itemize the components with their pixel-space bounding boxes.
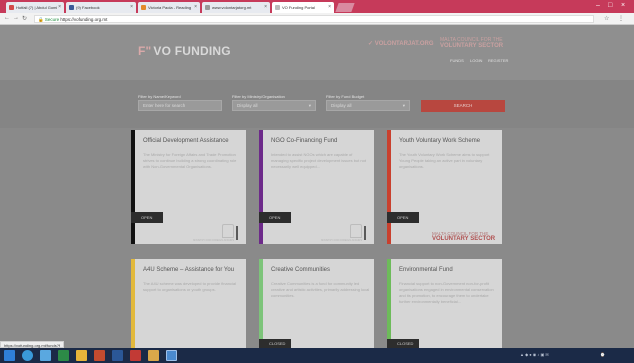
lock-icon: 🔒: [38, 17, 44, 22]
closed-button[interactable]: CLOSED: [387, 339, 419, 348]
fund-card[interactable]: Creative Communities Creative Communitie…: [259, 259, 374, 348]
menu-icon[interactable]: ⋮: [618, 15, 624, 22]
nav-funds-link[interactable]: FUNDS: [450, 58, 464, 63]
mcvs-logo[interactable]: MALTA COUNCIL FOR THE VOLUNTARY SECTOR: [440, 37, 503, 49]
site-logo[interactable]: F" VO FUNDING: [138, 44, 231, 58]
close-tab-icon[interactable]: ×: [264, 4, 267, 10]
chevron-down-icon: ▾: [402, 103, 405, 108]
mcvs-card-logo: MALTA COUNCIL FOR THE VOLUNTARY SECTOR: [432, 231, 496, 242]
fund-card[interactable]: NGO Co-Financing Fund Intended to assist…: [259, 130, 374, 244]
star-icon[interactable]: ☆: [604, 15, 609, 22]
open-button[interactable]: OPEN: [387, 212, 419, 223]
forward-icon[interactable]: →: [13, 15, 19, 21]
page-favicon-icon: [275, 5, 280, 10]
card-title: Environmental Fund: [399, 267, 453, 273]
browser-tab-3[interactable]: Victoria Paola - Reading ×: [138, 2, 200, 13]
ie-icon[interactable]: [22, 350, 33, 361]
chrome-icon[interactable]: [166, 350, 177, 361]
nav-register-link[interactable]: REGISTER: [488, 58, 508, 63]
budget-filter-label: Filter by Fund Budget: [326, 94, 365, 99]
fund-card[interactable]: Environmental Fund Financial support to …: [387, 259, 502, 348]
name-search-input[interactable]: Enter here for search: [138, 100, 222, 111]
store-icon[interactable]: [40, 350, 51, 361]
browser-nav-bar: ← → ↻ 🔒 Secure https://vofunding.org.mt …: [0, 13, 634, 25]
page-favicon-icon: [205, 5, 210, 10]
v-mark-icon: ✓: [368, 41, 375, 47]
close-tab-icon[interactable]: ×: [58, 4, 61, 10]
divider: [236, 226, 238, 240]
close-tab-icon[interactable]: ×: [130, 4, 133, 10]
ministry-emblem-icon: [350, 224, 362, 238]
card-description: Creative Communities is a fund for commu…: [271, 281, 370, 298]
mail-favicon-icon: [9, 5, 14, 10]
site-header: [0, 25, 634, 80]
logo-mark-icon: F": [138, 44, 152, 58]
browser-tab-bar: Hotfail (7) | Abdul Gomi × (9) Facebook × …: [0, 0, 634, 13]
folder-icon[interactable]: [76, 350, 87, 361]
excel-icon[interactable]: [58, 350, 69, 361]
close-window-icon[interactable]: ×: [621, 2, 625, 9]
status-url: https://vofunding.org.mt/funds?f: [0, 341, 65, 348]
nav-login-link[interactable]: LOGIN: [470, 58, 482, 63]
ministry-filter-label: Filter by Ministry/Organisation: [232, 94, 285, 99]
card-title: NGO Co-Financing Fund: [271, 138, 338, 144]
ministry-emblem-icon: [222, 224, 234, 238]
search-button[interactable]: SEARCH: [421, 100, 505, 112]
volontarjat-logo[interactable]: ✓ VOLONTARJAT.ORG: [368, 40, 433, 47]
budget-select[interactable]: Display all ▾: [326, 100, 410, 111]
browser-tab-4[interactable]: www.volontarjatorg.mt ×: [202, 2, 270, 13]
card-description: Financial support to non-Government non-…: [399, 281, 494, 304]
powerpoint-icon[interactable]: [130, 350, 141, 361]
media-icon[interactable]: [94, 350, 105, 361]
reload-icon[interactable]: ↻: [22, 15, 27, 22]
address-bar[interactable]: 🔒 Secure https://vofunding.org.mt: [34, 15, 594, 23]
card-title: Official Development Assistance: [143, 138, 229, 144]
open-button[interactable]: OPEN: [131, 212, 163, 223]
card-description: The Youth Voluntary Work Scheme aims to …: [399, 152, 490, 169]
card-ministry-caption: MINISTRY FOR FOREIGN AFFAIRS: [321, 239, 362, 242]
chevron-down-icon: ▾: [308, 103, 311, 108]
clock-icon[interactable]: ⌚: [600, 352, 605, 357]
browser-tab-1[interactable]: Hotfail (7) | Abdul Gomi ×: [6, 2, 64, 13]
card-title: Youth Voluntary Work Scheme: [399, 138, 481, 144]
minimize-icon[interactable]: –: [596, 2, 600, 9]
fund-card[interactable]: Official Development Assistance The Mini…: [131, 130, 246, 244]
fund-card[interactable]: Youth Voluntary Work Scheme The Youth Vo…: [387, 130, 502, 244]
card-description: Intended to assist NGOs which are capabl…: [271, 152, 366, 169]
windows-start-icon[interactable]: [4, 350, 15, 361]
maximize-icon[interactable]: □: [608, 2, 612, 9]
close-tab-icon[interactable]: ×: [328, 4, 331, 10]
fund-card[interactable]: A4U Scheme – Assistance for You The A4U …: [131, 259, 246, 348]
filter-band: [0, 80, 634, 128]
divider: [364, 226, 366, 240]
url-text: https://vofunding.org.mt: [60, 17, 108, 22]
card-title: A4U Scheme – Assistance for You: [143, 267, 235, 273]
closed-button[interactable]: CLOSED: [259, 339, 291, 348]
app-icon[interactable]: [148, 350, 159, 361]
open-button[interactable]: OPEN: [259, 212, 291, 223]
browser-tab-2[interactable]: (9) Facebook ×: [66, 2, 136, 13]
name-filter-label: Filter by Name/Keyword: [138, 94, 181, 99]
back-icon[interactable]: ←: [4, 15, 10, 21]
close-tab-icon[interactable]: ×: [194, 4, 197, 10]
card-ministry-caption: MINISTRY FOR FOREIGN AFFAIRS: [193, 239, 234, 242]
page-favicon-icon: [141, 5, 146, 10]
new-tab-button[interactable]: [335, 3, 355, 12]
browser-tab-5[interactable]: VO Funding Portal ×: [272, 2, 334, 13]
card-title: Creative Communities: [271, 267, 331, 273]
word-icon[interactable]: [112, 350, 123, 361]
ministry-select[interactable]: Display all ▾: [232, 100, 316, 111]
facebook-favicon-icon: [69, 5, 74, 10]
card-description: The A4U scheme was developed to provide …: [143, 281, 236, 292]
card-description: The Ministry for Foreign Affairs and Tra…: [143, 152, 237, 169]
system-tray-icons[interactable]: ▲ ◆ ● ◉ ♪ ▣ ✉: [520, 352, 549, 357]
